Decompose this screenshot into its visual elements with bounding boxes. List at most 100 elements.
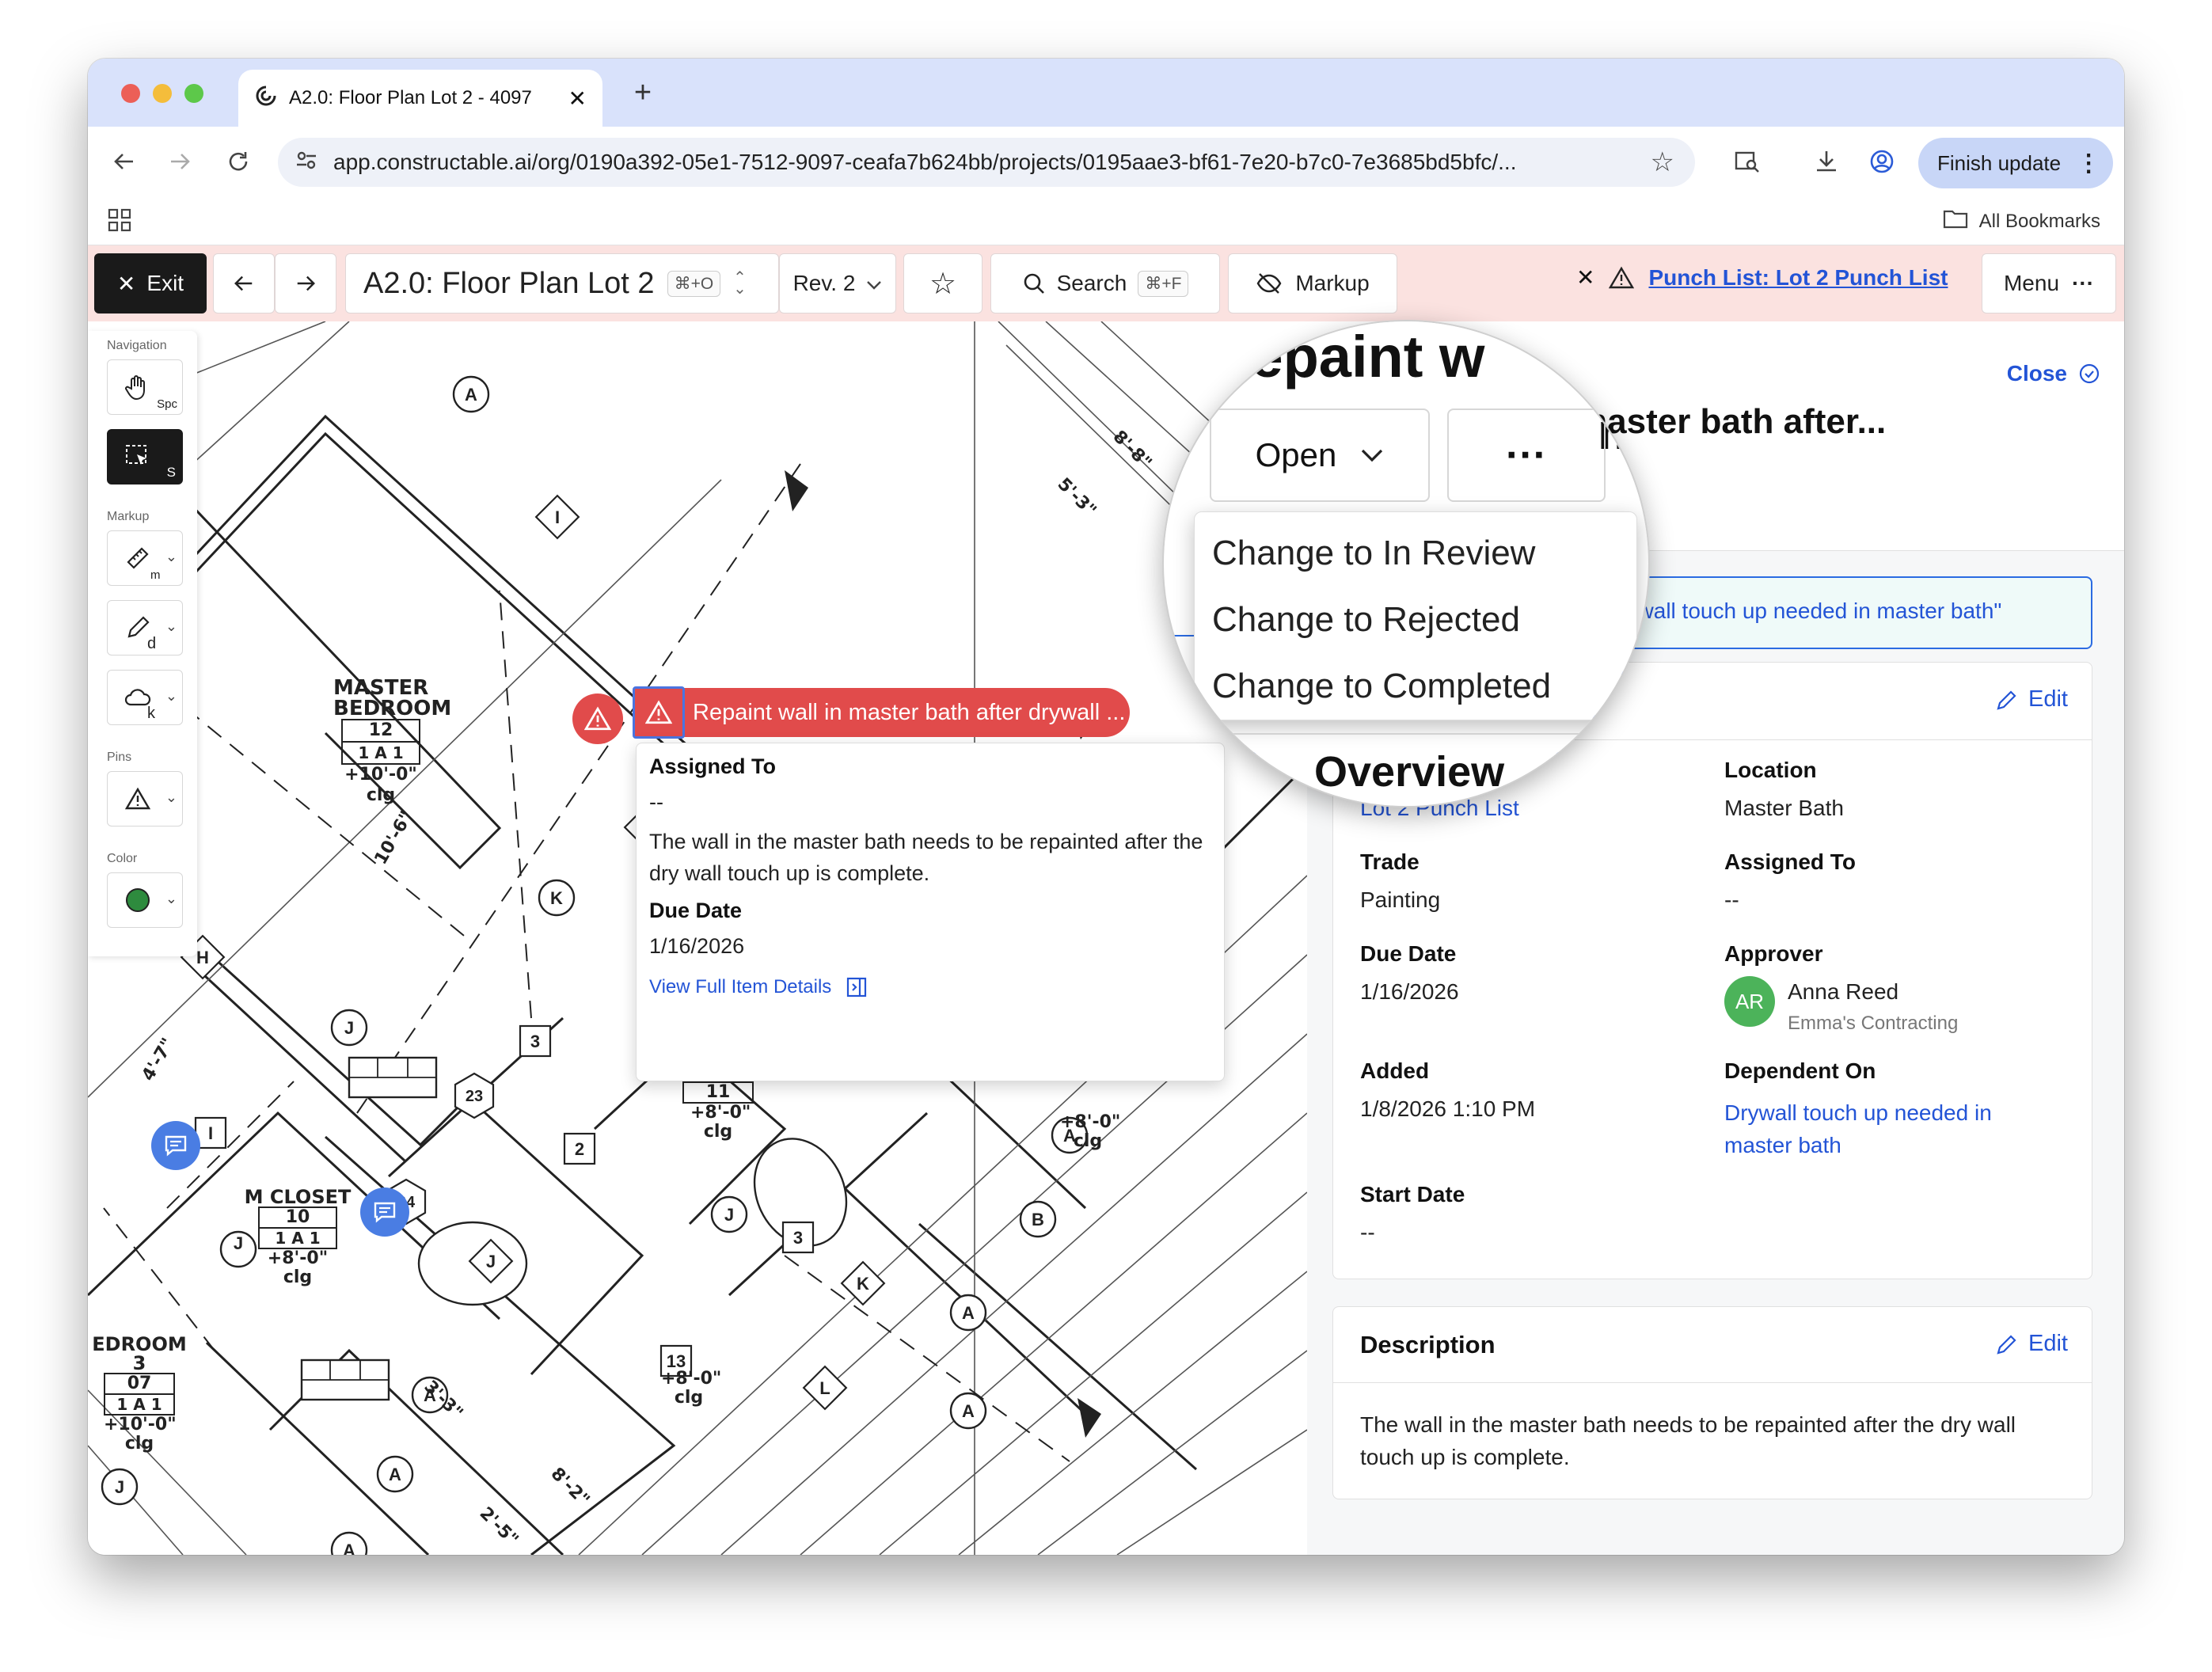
previous-sheet-button[interactable] bbox=[213, 253, 275, 314]
hand-icon bbox=[122, 371, 154, 403]
all-bookmarks-button[interactable]: All Bookmarks bbox=[1943, 207, 2100, 235]
markup-toggle-button[interactable]: Markup bbox=[1228, 253, 1397, 314]
chevron-down-icon[interactable]: ⌄ bbox=[165, 688, 177, 705]
comment-pin[interactable] bbox=[360, 1188, 409, 1237]
draw-tool-button[interactable]: d ⌄ bbox=[107, 600, 183, 656]
arrow-left-icon bbox=[234, 276, 253, 291]
dependent-on-link[interactable]: Drywall touch up needed in master bath bbox=[1724, 1096, 2057, 1161]
svg-text:23: 23 bbox=[466, 1088, 483, 1105]
warning-icon bbox=[633, 686, 685, 739]
svg-text:K: K bbox=[550, 888, 563, 908]
downloads-button[interactable] bbox=[1806, 141, 1847, 182]
eye-off-icon bbox=[1256, 273, 1282, 294]
close-label: Close bbox=[2006, 361, 2067, 386]
punch-item-pin[interactable] bbox=[572, 694, 623, 744]
reload-button[interactable] bbox=[218, 141, 259, 182]
download-icon bbox=[1817, 151, 1836, 172]
close-window-button[interactable] bbox=[121, 84, 140, 103]
minimize-window-button[interactable] bbox=[153, 84, 172, 103]
search-label: Search bbox=[1056, 271, 1127, 295]
exit-label: Exit bbox=[146, 271, 184, 295]
due-date-label: Due Date bbox=[649, 899, 743, 922]
added-label: Added bbox=[1360, 1058, 1430, 1083]
search-button[interactable]: Search ⌘+F bbox=[990, 253, 1220, 314]
apps-grid-icon[interactable] bbox=[107, 207, 132, 237]
clear-context-icon[interactable]: ✕ bbox=[1576, 264, 1594, 291]
chevron-down-icon[interactable]: ⌄ bbox=[165, 618, 177, 635]
reload-icon bbox=[229, 152, 248, 171]
edit-description-button[interactable]: Edit bbox=[1995, 1331, 2068, 1357]
app-toolbar: ✕ Exit A2.0: Floor Plan Lot 2 ⌘+O ⌃ ⌄ Rev… bbox=[88, 245, 2124, 321]
bookmark-star-icon[interactable]: ☆ bbox=[1651, 146, 1674, 178]
room-ceiling: +10'-0" clg bbox=[104, 1415, 177, 1454]
shortcut-key: k bbox=[147, 705, 155, 722]
comment-pin[interactable] bbox=[151, 1121, 200, 1170]
menu-button[interactable]: Menu ··· bbox=[1982, 253, 2116, 314]
pin-preview-popup: Assigned To -- The wall in the master ba… bbox=[636, 743, 1225, 1081]
view-full-details-link[interactable]: View Full Item Details bbox=[649, 976, 1211, 998]
next-sheet-button[interactable] bbox=[275, 253, 336, 314]
pin-tool-button[interactable]: ⌄ bbox=[107, 771, 183, 826]
profile-icon bbox=[1870, 150, 1894, 173]
color-picker-button[interactable]: ⌄ bbox=[107, 872, 183, 928]
profile-button[interactable] bbox=[1861, 141, 1902, 182]
location-label: Location bbox=[1724, 758, 1817, 782]
tab-search-button[interactable] bbox=[1727, 141, 1768, 182]
maximize-window-button[interactable] bbox=[184, 84, 203, 103]
assigned-value: -- bbox=[1724, 887, 1739, 912]
close-panel-button[interactable]: Close bbox=[2007, 361, 2100, 386]
svg-text:J: J bbox=[115, 1477, 124, 1497]
new-tab-button[interactable]: + bbox=[623, 73, 663, 112]
site-settings-icon[interactable] bbox=[294, 147, 319, 178]
check-circle-icon bbox=[2079, 363, 2100, 384]
pan-tool-button[interactable]: Spc bbox=[107, 359, 183, 415]
url-field[interactable]: app.constructable.ai/org/0190a392-05e1-7… bbox=[278, 138, 1695, 187]
svg-text:I: I bbox=[208, 1123, 213, 1143]
chevron-down-icon[interactable]: ⌄ bbox=[165, 891, 177, 907]
room-number: 07 bbox=[104, 1373, 175, 1395]
trade-value: Painting bbox=[1360, 887, 1441, 912]
favorite-sheet-button[interactable]: ☆ bbox=[903, 253, 982, 314]
selected-pin-chip[interactable]: Repaint wall in master bath after drywal… bbox=[633, 686, 1130, 739]
status-dropdown-button[interactable]: Open bbox=[1210, 408, 1430, 502]
forward-button[interactable] bbox=[159, 141, 200, 182]
browser-tab[interactable]: A2.0: Floor Plan Lot 2 - 4097 ✕ bbox=[238, 70, 602, 127]
pins-section-label: Pins bbox=[107, 750, 132, 764]
chevron-down-icon[interactable]: ⌄ bbox=[165, 549, 177, 565]
site-favicon-icon bbox=[254, 84, 278, 113]
room-name: EDROOM 3 bbox=[92, 1333, 187, 1374]
back-button[interactable] bbox=[104, 141, 145, 182]
menu-item-completed[interactable]: Change to Completed bbox=[1195, 653, 1636, 720]
menu-item-in-review[interactable]: Change to In Review bbox=[1195, 520, 1636, 587]
more-actions-button-magnified[interactable]: ··· bbox=[1447, 408, 1606, 502]
tab-title: A2.0: Floor Plan Lot 2 - 4097 bbox=[289, 87, 532, 108]
edit-overview-button[interactable]: Edit bbox=[1995, 686, 2068, 712]
svg-text:B: B bbox=[1032, 1210, 1044, 1229]
assigned-label: Assigned To bbox=[649, 754, 777, 778]
kebab-menu-icon: ⋮ bbox=[2077, 150, 2101, 177]
description-heading: Description bbox=[1360, 1331, 1496, 1358]
status-menu: Change to In Review Change to Rejected C… bbox=[1194, 511, 1637, 720]
svg-text:3: 3 bbox=[793, 1228, 803, 1248]
url-text: app.constructable.ai/org/0190a392-05e1-7… bbox=[333, 150, 1517, 174]
pin-chip-title: Repaint wall in master bath after drywal… bbox=[693, 699, 1126, 725]
finish-update-button[interactable]: Finish update ⋮ bbox=[1918, 138, 2113, 188]
svg-text:J: J bbox=[724, 1205, 734, 1225]
navigation-section-label: Navigation bbox=[107, 339, 167, 352]
sheet-selector[interactable]: A2.0: Floor Plan Lot 2 ⌘+O ⌃ ⌄ bbox=[345, 253, 779, 314]
menu-item-rejected[interactable]: Change to Rejected bbox=[1195, 587, 1636, 653]
assigned-label: Assigned To bbox=[1724, 849, 1856, 874]
select-tool-button[interactable]: S bbox=[107, 429, 183, 484]
magnified-status-menu: Repaint w m Open ··· er Overview Change … bbox=[1162, 320, 1650, 808]
chevron-down-icon[interactable]: ⌄ bbox=[165, 789, 177, 806]
revision-selector[interactable]: Rev. 2 bbox=[779, 253, 896, 314]
punch-list-link[interactable]: Punch List: Lot 2 Punch List bbox=[1648, 265, 1948, 291]
close-tab-icon[interactable]: ✕ bbox=[568, 86, 587, 112]
warning-icon bbox=[122, 783, 154, 815]
cloud-tool-button[interactable]: k ⌄ bbox=[107, 670, 183, 725]
exit-button[interactable]: ✕ Exit bbox=[94, 253, 207, 314]
approver-name: Anna Reed bbox=[1788, 979, 1899, 1004]
arrow-right-icon bbox=[297, 276, 315, 291]
measure-tool-button[interactable]: m ⌄ bbox=[107, 530, 183, 586]
star-icon: ☆ bbox=[929, 267, 957, 301]
